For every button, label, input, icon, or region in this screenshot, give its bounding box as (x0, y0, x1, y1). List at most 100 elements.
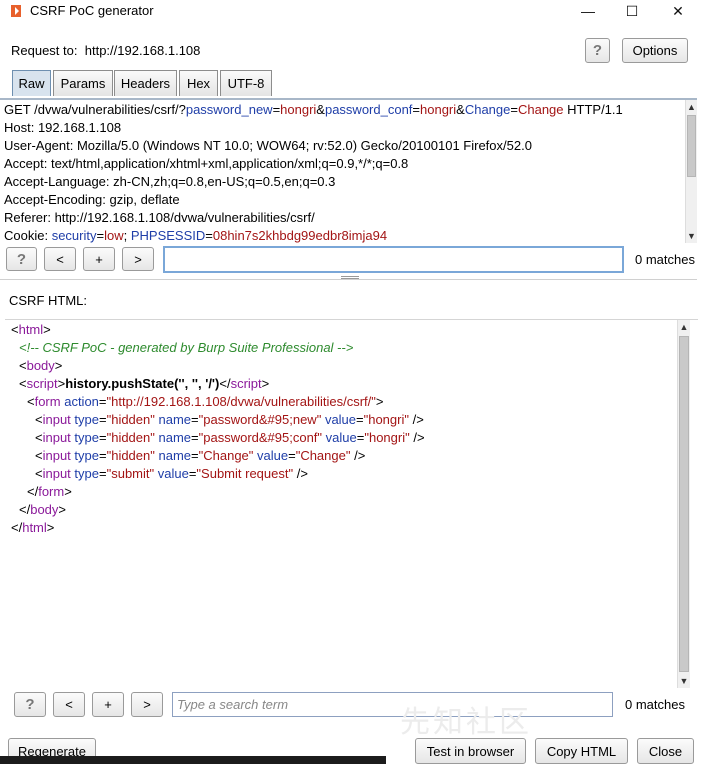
code-tag: script (26, 376, 58, 391)
html-add-option-button[interactable]: + (92, 692, 124, 717)
copy-html-button[interactable]: Copy HTML (535, 738, 628, 764)
maximize-button[interactable]: ☐ (609, 0, 655, 22)
request-search-input[interactable] (163, 246, 624, 273)
test-in-browser-button[interactable]: Test in browser (415, 738, 526, 764)
code-attr: name (158, 430, 192, 445)
code-bracket: /> (408, 412, 424, 427)
code-bracket: < (35, 412, 43, 427)
code-line-7: <input type="hidden" name="password&#95;… (35, 430, 425, 445)
test-in-browser-label: Test in browser (426, 743, 515, 759)
tab-params-label: Params (60, 76, 106, 91)
code-attr-value: "hidden" (106, 430, 155, 445)
http-version: HTTP/1.1 (563, 102, 623, 117)
tab-utf8[interactable]: UTF-8 (220, 70, 272, 96)
tab-headers-label: Headers (120, 76, 171, 91)
code-tag: input (42, 412, 71, 427)
code-tag: html (22, 520, 47, 535)
tab-raw-label: Raw (18, 76, 45, 91)
options-button[interactable]: Options (622, 38, 688, 63)
split-divider (0, 279, 697, 280)
tab-headers[interactable]: Headers (114, 70, 177, 96)
scroll-thumb[interactable] (687, 115, 696, 177)
tab-hex[interactable]: Hex (179, 70, 218, 96)
next-match-button[interactable]: > (122, 247, 154, 271)
scroll-thumb[interactable] (679, 336, 689, 672)
request-line-2: Host: 192.168.1.108 (4, 120, 122, 135)
code-bracket: > (46, 520, 55, 535)
request-line-3: User-Agent: Mozilla/5.0 (Windows NT 10.0… (4, 138, 532, 153)
code-attr-value: "http://192.168.1.108/dvwa/vulnerabiliti… (106, 394, 376, 409)
code-attr: type (74, 412, 99, 427)
code-bracket: < (19, 358, 27, 373)
code-bracket: < (19, 376, 27, 391)
code-line-6: <input type="hidden" name="password&#95;… (35, 412, 424, 427)
request-scrollbar[interactable]: ▲ ▼ (685, 100, 697, 243)
code-attr: value (257, 448, 289, 463)
html-scrollbar[interactable]: ▲ ▼ (677, 320, 690, 688)
html-search-placeholder: Type a search term (177, 697, 289, 712)
search-help-button[interactable]: ? (6, 247, 37, 271)
request-to-line: Request to: http://192.168.1.108 (11, 43, 200, 58)
param-name: password_new (185, 102, 273, 117)
code-line-4: <script>history.pushState('', '', '/')</… (19, 376, 269, 391)
code-tag: input (42, 430, 71, 445)
csrf-html-editor[interactable]: <html> <!-- CSRF PoC - generated by Burp… (5, 319, 698, 689)
chevron-left-icon: < (56, 251, 64, 267)
request-method-path: GET /dvwa/vulnerabilities/csrf/? (4, 102, 186, 117)
window-title: CSRF PoC generator (30, 3, 154, 18)
previous-match-button[interactable]: < (44, 247, 76, 271)
code-attr-value: "Submit request" (196, 466, 294, 481)
request-line-1: GET /dvwa/vulnerabilities/csrf/?password… (4, 102, 623, 117)
code-bracket: < (35, 448, 43, 463)
help-button[interactable]: ? (585, 38, 610, 63)
param-sep: & (456, 102, 465, 117)
code-attr-value: "submit" (106, 466, 155, 481)
html-match-count: 0 matches (625, 697, 685, 712)
html-next-match-button[interactable]: > (131, 692, 163, 717)
minimize-icon: — (581, 3, 595, 19)
tab-params[interactable]: Params (53, 70, 113, 96)
chevron-left-icon: < (65, 697, 73, 712)
tab-raw[interactable]: Raw (12, 70, 51, 96)
html-previous-match-button[interactable]: < (53, 692, 85, 717)
code-eq: = (191, 412, 199, 427)
help-icon: ? (25, 696, 35, 713)
help-icon: ? (592, 42, 603, 59)
code-bracket: > (58, 502, 67, 517)
scroll-down-icon[interactable]: ▼ (678, 674, 690, 688)
request-match-count: 0 matches (635, 252, 695, 267)
code-eq: = (356, 412, 364, 427)
param-value: hongri (420, 102, 457, 117)
code-attr: type (74, 466, 99, 481)
add-option-button[interactable]: + (83, 247, 115, 271)
chevron-right-icon: > (134, 251, 142, 267)
close-button[interactable]: Close (637, 738, 694, 764)
scroll-down-icon[interactable]: ▼ (686, 229, 697, 243)
tab-utf8-label: UTF-8 (227, 76, 265, 91)
cookie-eq: = (205, 228, 213, 243)
html-search-input[interactable]: Type a search term (172, 692, 613, 717)
code-line-12: </html> (11, 520, 54, 535)
plus-icon: + (95, 251, 103, 267)
scroll-up-icon[interactable]: ▲ (678, 320, 690, 334)
code-line-5: <form action="http://192.168.1.108/dvwa/… (27, 394, 384, 409)
splitter-grip-icon[interactable] (341, 276, 359, 279)
code-attr: name (158, 412, 192, 427)
code-attr: value (325, 430, 357, 445)
code-tag: input (42, 448, 71, 463)
param-eq: = (412, 102, 421, 117)
code-attr: type (74, 430, 99, 445)
scroll-up-icon[interactable]: ▲ (686, 100, 697, 114)
raw-request-editor[interactable]: GET /dvwa/vulnerabilities/csrf/?password… (0, 98, 697, 243)
minimize-button[interactable]: — (565, 0, 611, 22)
code-line-10: </form> (27, 484, 72, 499)
plus-icon: + (104, 697, 112, 712)
param-eq: = (510, 102, 518, 117)
cookie-name: PHPSESSID (130, 228, 206, 243)
help-icon: ? (16, 250, 27, 268)
watermark-logo: 先知社区 (400, 706, 532, 739)
html-search-help-button[interactable]: ? (14, 692, 46, 717)
cookie-header: Cookie: (4, 228, 52, 243)
param-sep: & (316, 102, 325, 117)
close-window-button[interactable]: ✕ (655, 0, 701, 22)
